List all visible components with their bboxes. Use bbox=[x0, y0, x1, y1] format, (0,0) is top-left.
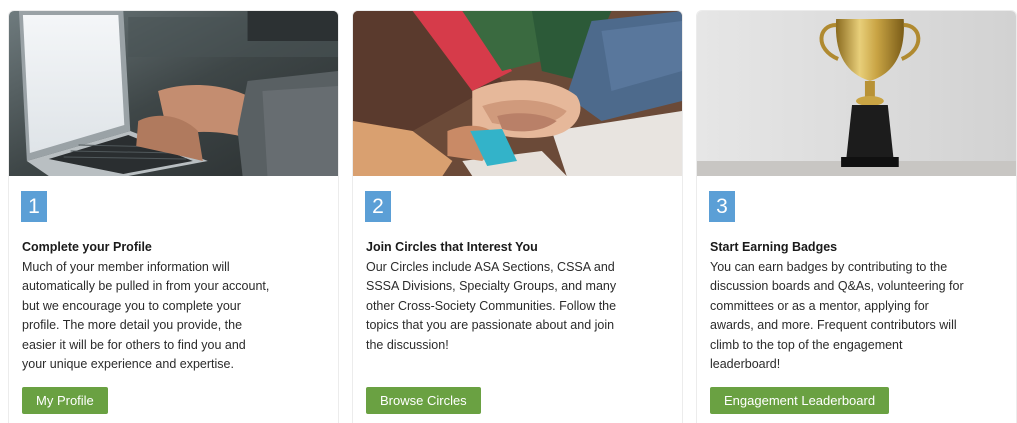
description-line: You can earn badges by contributing to t… bbox=[710, 260, 948, 274]
description-line: automatically be pulled in from your acc… bbox=[22, 279, 270, 294]
description-line: Our Circles include ASA Sections, CSSA a… bbox=[366, 260, 615, 274]
card-title: Start Earning Badges bbox=[710, 240, 838, 254]
description-line: but we encourage you to complete your bbox=[22, 298, 241, 313]
description-line: other Cross-Society Communities. Follow … bbox=[366, 298, 617, 313]
description-line: profile. The more detail you provide, th… bbox=[22, 318, 243, 333]
step-card-circles: 2 Join Circles that Interest You Our Cir… bbox=[352, 10, 683, 423]
card-title: Join Circles that Interest You bbox=[366, 240, 538, 254]
onboarding-steps: 1 Complete your Profile Much of your mem… bbox=[8, 10, 1017, 423]
description-line: climb to the top of the engagement bbox=[710, 337, 903, 352]
engagement-leaderboard-button[interactable]: Engagement Leaderboard bbox=[710, 387, 890, 414]
description-line: easier it will be for others to find you… bbox=[22, 337, 246, 352]
description-line: topics that you are passionate about and… bbox=[366, 318, 615, 333]
stacked-hands-photo bbox=[353, 11, 682, 176]
description-line: leaderboard! bbox=[710, 357, 781, 372]
card-description: Much of your member information will aut… bbox=[22, 258, 332, 374]
step-card-profile: 1 Complete your Profile Much of your mem… bbox=[8, 10, 339, 423]
laptop-typing-photo bbox=[9, 11, 338, 176]
card-description: You can earn badges by contributing to t… bbox=[710, 258, 1016, 374]
description-line: your unique experience and expertise. bbox=[22, 357, 234, 372]
card-title: Complete your Profile bbox=[22, 240, 152, 254]
description-line: Much of your member information will bbox=[22, 260, 230, 274]
step-number-badge: 2 bbox=[365, 191, 391, 222]
my-profile-button[interactable]: My Profile bbox=[22, 387, 108, 414]
trophy-photo bbox=[697, 11, 1016, 176]
description-line: committees or as a mentor, applying for bbox=[710, 298, 929, 313]
step-number-badge: 3 bbox=[709, 191, 735, 222]
description-line: discussion boards and Q&As, volunteering… bbox=[710, 279, 964, 294]
description-line: awards, and more. Frequent contributors … bbox=[710, 318, 957, 333]
step-number-badge: 1 bbox=[21, 191, 47, 222]
browse-circles-button[interactable]: Browse Circles bbox=[366, 387, 481, 414]
step-card-badges: 3 Start Earning Badges You can earn badg… bbox=[696, 10, 1017, 423]
card-description: Our Circles include ASA Sections, CSSA a… bbox=[366, 258, 676, 355]
description-line: the discussion! bbox=[366, 337, 449, 352]
description-line: SSSA Divisions, Specialty Groups, and ma… bbox=[366, 279, 617, 294]
